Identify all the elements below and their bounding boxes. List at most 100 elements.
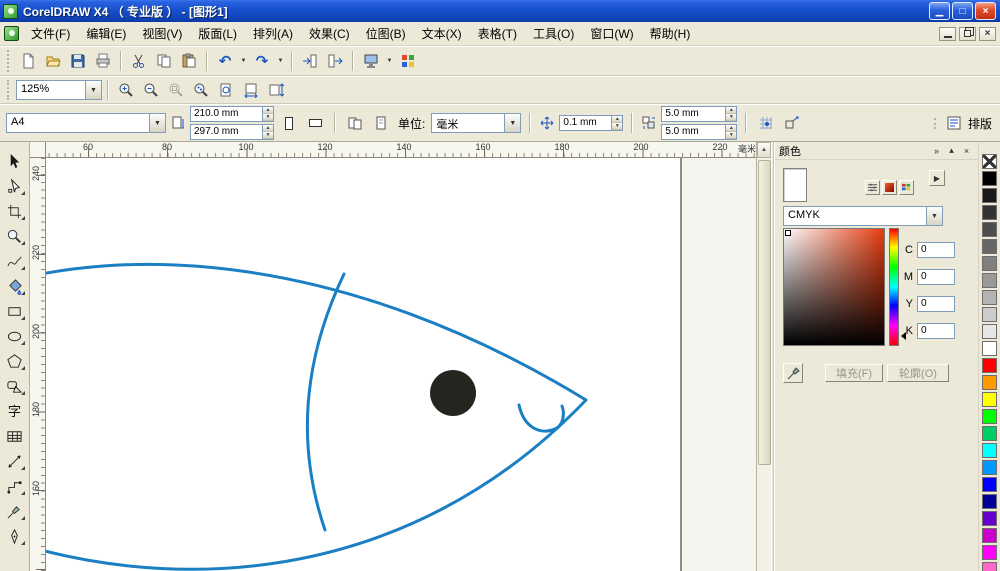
palette-swatch-24[interactable] (982, 545, 997, 560)
undo-dropdown-icon[interactable]: ▼ (238, 50, 249, 72)
palette-swatch-11[interactable] (982, 324, 997, 339)
rectangle-tool[interactable] (2, 299, 28, 323)
fill-button[interactable]: 填充(F) (825, 364, 883, 382)
palette-swatch-4[interactable] (982, 205, 997, 220)
paper-type-dropdown-icon[interactable] (149, 114, 165, 132)
palette-swatch-5[interactable] (982, 222, 997, 237)
corel-apps-button[interactable] (396, 50, 420, 73)
basic-shapes-tool[interactable] (2, 374, 28, 398)
portrait-button[interactable] (278, 112, 300, 134)
color-model-dropdown-icon[interactable] (926, 207, 942, 225)
menu-item-7[interactable]: 位图(B) (358, 21, 414, 46)
toolbar-grip[interactable] (934, 118, 939, 129)
palette-swatch-6[interactable] (982, 239, 997, 254)
palette-swatch-25[interactable] (982, 562, 997, 571)
paper-type-combo[interactable]: A4 (6, 113, 166, 133)
polygon-tool[interactable] (2, 349, 28, 373)
pick-tool[interactable] (2, 149, 28, 173)
text-tool[interactable]: 字 (2, 399, 28, 423)
spin-up-icon[interactable]: ▲ (726, 107, 736, 114)
landscape-button[interactable] (304, 112, 326, 134)
zoom-in-button[interactable] (114, 79, 138, 102)
print-button[interactable] (91, 50, 115, 73)
channel-value-y[interactable]: 0 (917, 296, 955, 312)
app-launcher-dropdown-icon[interactable]: ▼ (384, 50, 395, 72)
menu-item-9[interactable]: 表格(T) (470, 21, 525, 46)
palette-swatch-19[interactable] (982, 460, 997, 475)
hue-strip[interactable] (889, 228, 899, 346)
open-button[interactable] (41, 50, 65, 73)
copy-button[interactable] (152, 50, 176, 73)
spin-down-icon[interactable]: ▼ (263, 114, 273, 121)
fish-body-top-curve[interactable] (46, 264, 586, 400)
undo-button[interactable]: ↶ (213, 50, 237, 73)
ruler-origin-corner[interactable] (30, 142, 46, 158)
outline-tool[interactable] (2, 524, 28, 548)
app-launcher-button[interactable] (359, 50, 383, 73)
color-model-combo[interactable]: CMYK (783, 206, 943, 226)
fish-gill-curve[interactable] (307, 274, 344, 530)
dimension-tool[interactable] (2, 449, 28, 473)
h-ruler[interactable]: 6080100120140160180200220毫米 (46, 142, 756, 158)
palette-swatch-16[interactable] (982, 409, 997, 424)
channel-value-m[interactable]: 0 (917, 269, 955, 285)
docker-flyout-icon[interactable]: ▶ (929, 170, 945, 186)
doc-restore-button[interactable] (959, 27, 976, 41)
ellipse-tool[interactable] (2, 324, 28, 348)
fish-body-bottom-curve[interactable] (46, 400, 586, 569)
palette-swatch-20[interactable] (982, 477, 997, 492)
duplicate-y-field[interactable]: 5.0 mm ▲▼ (661, 124, 737, 140)
scroll-up-icon[interactable]: ▲ (757, 142, 771, 158)
v-ruler[interactable]: 240220200180160 (30, 158, 46, 571)
menu-item-4[interactable]: 版面(L) (190, 21, 245, 46)
palette-swatch-13[interactable] (982, 358, 997, 373)
palette-swatch-14[interactable] (982, 375, 997, 390)
spin-up-icon[interactable]: ▲ (612, 116, 622, 123)
zoom-page-width-button[interactable] (239, 79, 263, 102)
fish-mouth-curve[interactable] (519, 405, 563, 431)
color-sliders-button[interactable] (865, 180, 880, 195)
current-page-button[interactable] (370, 112, 392, 134)
spin-down-icon[interactable]: ▼ (726, 114, 736, 121)
connector-tool[interactable] (2, 474, 28, 498)
outline-button[interactable]: 轮廓(O) (887, 364, 949, 382)
palette-swatch-18[interactable] (982, 443, 997, 458)
snap-to-objects-button[interactable] (781, 112, 803, 134)
units-combo[interactable]: 毫米 (431, 113, 521, 133)
zoom-selected-button[interactable] (164, 79, 188, 102)
snap-to-grid-button[interactable] (755, 112, 777, 134)
toolbar-grip[interactable] (7, 50, 12, 72)
paper-width-field[interactable]: 210.0 mm ▲▼ (190, 106, 274, 122)
spin-down-icon[interactable]: ▼ (263, 132, 273, 139)
spin-down-icon[interactable]: ▼ (726, 132, 736, 139)
color-palettes-button[interactable] (899, 180, 914, 195)
spin-up-icon[interactable]: ▲ (726, 125, 736, 132)
palette-swatch-15[interactable] (982, 392, 997, 407)
toolbar-grip[interactable] (7, 80, 12, 100)
freehand-tool[interactable] (2, 249, 28, 273)
palette-swatch-17[interactable] (982, 426, 997, 441)
nudge-offset-field[interactable]: 0.1 mm ▲▼ (559, 115, 623, 131)
spin-down-icon[interactable]: ▼ (612, 123, 622, 130)
minimize-button[interactable]: ▁ (929, 2, 950, 20)
menu-item-1[interactable]: 文件(F) (23, 21, 78, 46)
close-button[interactable]: × (975, 2, 996, 20)
paper-height-field[interactable]: 297.0 mm ▲▼ (190, 124, 274, 140)
cut-button[interactable] (127, 50, 151, 73)
doc-minimize-button[interactable] (939, 27, 956, 41)
spin-up-icon[interactable]: ▲ (263, 125, 273, 132)
duplicate-x-field[interactable]: 5.0 mm ▲▼ (661, 106, 737, 122)
layout-toolbar-label[interactable]: 排版 (968, 115, 992, 132)
color-viewer-button[interactable] (882, 180, 897, 195)
channel-value-k[interactable]: 0 (917, 323, 955, 339)
menu-item-3[interactable]: 视图(V) (134, 21, 190, 46)
menu-item-2[interactable]: 编辑(E) (78, 21, 134, 46)
scrollbar-thumb[interactable] (758, 160, 771, 465)
menu-item-10[interactable]: 工具(O) (525, 21, 582, 46)
menu-item-11[interactable]: 窗口(W) (582, 21, 641, 46)
zoom-level-combo[interactable]: 125% (16, 80, 102, 100)
export-button[interactable] (323, 50, 347, 73)
palette-swatch-8[interactable] (982, 273, 997, 288)
nudge-spinner[interactable]: ▲▼ (611, 116, 622, 130)
import-button[interactable] (298, 50, 322, 73)
